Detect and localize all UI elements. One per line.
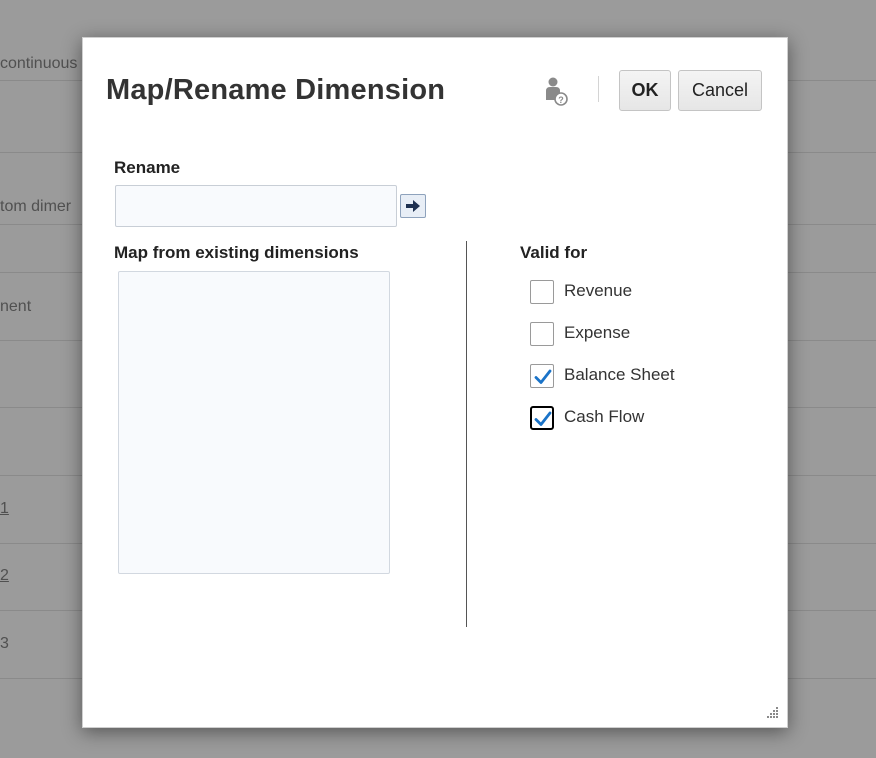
checkbox-label-cash-flow: Cash Flow — [564, 407, 645, 426]
checkbox-label-balance-sheet: Balance Sheet — [564, 365, 675, 384]
rename-label: Rename — [114, 158, 181, 177]
checkbox-box[interactable] — [530, 406, 554, 430]
background-link: 2 — [0, 567, 9, 584]
toolbar-separator — [598, 76, 599, 102]
checkbox-box[interactable] — [530, 364, 554, 388]
rename-go-button[interactable] — [400, 194, 426, 218]
background-link: 1 — [0, 500, 9, 517]
checkbox-box[interactable] — [530, 280, 554, 304]
checkbox-box[interactable] — [530, 322, 554, 346]
checkbox-label-revenue: Revenue — [564, 281, 633, 300]
user-help-icon[interactable]: ? — [544, 76, 570, 106]
checkbox-label-expense: Expense — [564, 323, 631, 342]
map-rename-dialog: Map/Rename Dimension ? OK Cancel Rename … — [82, 37, 788, 728]
dialog-title: Map/Rename Dimension — [106, 74, 446, 106]
background-text: nent — [0, 298, 32, 315]
section-divider — [466, 241, 467, 627]
existing-dimensions-list[interactable] — [118, 271, 390, 574]
background-text: continuous — [0, 55, 78, 72]
map-from-existing-label: Map from existing dimensions — [114, 243, 359, 262]
arrow-right-icon — [406, 200, 420, 212]
checkmark-icon — [534, 369, 552, 384]
background-text: 3 — [0, 635, 9, 652]
cancel-button[interactable]: Cancel — [678, 70, 762, 111]
ok-button[interactable]: OK — [619, 70, 671, 111]
resize-grip-icon[interactable] — [765, 705, 779, 719]
valid-for-label: Valid for — [520, 243, 588, 262]
checkmark-icon — [534, 411, 552, 426]
rename-input[interactable] — [115, 185, 397, 227]
svg-text:?: ? — [558, 95, 564, 105]
background-text: tom dimer — [0, 198, 72, 215]
